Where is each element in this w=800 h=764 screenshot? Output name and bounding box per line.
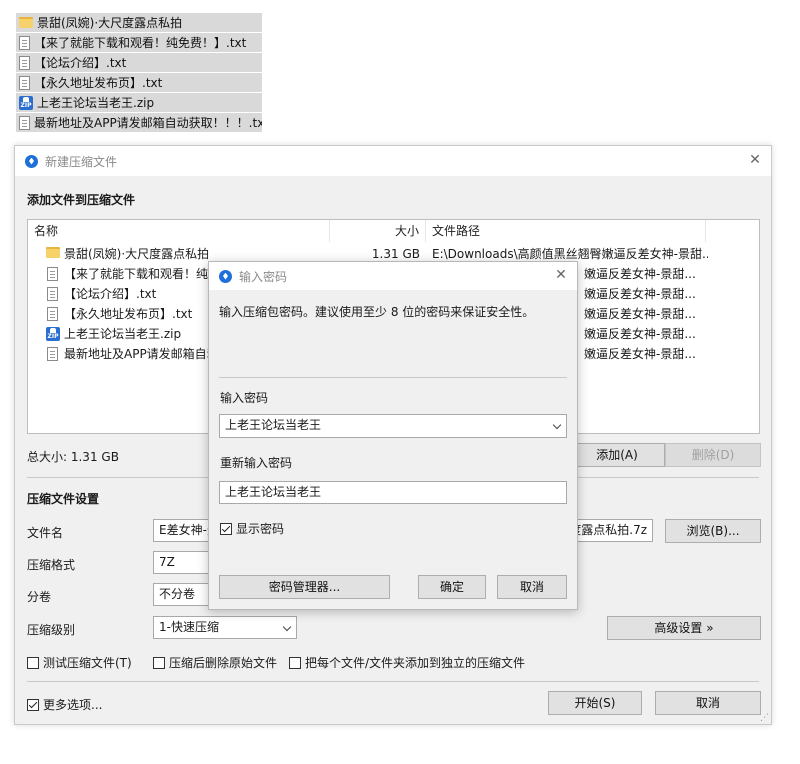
password-dialog: 输入密码 ✕ 输入压缩包密码。建议使用至少 8 位的密码来保证安全性。 输入密码… xyxy=(208,261,578,610)
desktop-file-item[interactable]: 【来了就能下载和观看！纯免费！】.txt xyxy=(16,33,262,52)
password-manager-button[interactable]: 密码管理器... xyxy=(219,575,390,599)
column-header-path[interactable]: 文件路径 xyxy=(426,220,706,242)
more-options-checkbox[interactable] xyxy=(27,699,39,711)
reenter-password-value: 上老王论坛当老王 xyxy=(225,485,322,499)
cancel-button[interactable]: 取消 xyxy=(655,691,761,715)
close-icon[interactable]: ✕ xyxy=(553,267,569,283)
test-archive-checkbox[interactable] xyxy=(27,657,39,669)
format-label: 压缩格式 xyxy=(27,558,76,572)
chevron-down-icon xyxy=(282,622,292,632)
reenter-password-label: 重新输入密码 xyxy=(220,456,293,470)
column-header-name[interactable]: 名称 xyxy=(28,220,330,242)
zip-file-icon: ZIP xyxy=(46,327,60,341)
text-file-icon xyxy=(47,287,58,301)
close-icon[interactable]: ✕ xyxy=(747,152,763,168)
browse-button[interactable]: 浏览(B)... xyxy=(665,519,761,543)
desktop-file-item[interactable]: 【永久地址发布页】.txt xyxy=(16,73,262,92)
text-file-icon xyxy=(47,347,58,361)
text-file-icon xyxy=(19,55,30,70)
test-archive-label: 测试压缩文件(T) xyxy=(43,656,132,670)
dialog-title: 输入密码 xyxy=(239,269,288,284)
resize-grip-icon[interactable]: ⋰ xyxy=(760,713,769,723)
settings-heading: 压缩文件设置 xyxy=(27,492,100,506)
zip-file-icon: ZIP xyxy=(19,95,33,110)
text-file-icon xyxy=(47,267,58,281)
advanced-settings-button[interactable]: 高级设置 » xyxy=(607,616,761,640)
show-password-option[interactable]: 显示密码 xyxy=(220,520,284,537)
file-name: 景甜(凤婉)·大尺度露点私拍 xyxy=(37,16,183,30)
text-file-icon xyxy=(47,307,58,321)
start-button[interactable]: 开始(S) xyxy=(548,691,642,715)
folder-icon xyxy=(19,17,33,28)
delete-button[interactable]: 删除(D) xyxy=(665,443,761,467)
dialog-cancel-button[interactable]: 取消 xyxy=(497,575,567,599)
file-name: 【来了就能下载和观看！纯免费！】.txt xyxy=(34,36,247,50)
row-path: 嫩逼反差女神-景甜... xyxy=(584,307,696,321)
text-file-icon xyxy=(19,75,30,90)
desktop-file-item[interactable]: 最新地址及APP请发邮箱自动获取！！！.txt xyxy=(16,113,262,132)
separate-archives-label: 把每个文件/文件夹添加到独立的压缩文件 xyxy=(305,656,526,670)
app-logo-icon xyxy=(25,154,38,168)
add-files-heading: 添加文件到压缩文件 xyxy=(27,193,136,207)
password-value: 上老王论坛当老王 xyxy=(225,418,322,432)
password-label: 输入密码 xyxy=(220,391,269,405)
filename-label: 文件名 xyxy=(27,526,64,540)
dialog-description: 输入压缩包密码。建议使用至少 8 位的密码来保证安全性。 xyxy=(219,305,535,319)
ok-button[interactable]: 确定 xyxy=(418,575,486,599)
desktop-file-item[interactable]: 景甜(凤婉)·大尺度露点私拍 xyxy=(16,13,262,32)
more-options-label: 更多选项... xyxy=(43,698,103,712)
row-path: 嫩逼反差女神-景甜... xyxy=(584,327,696,341)
window-titlebar: 新建压缩文件 ✕ xyxy=(15,146,771,176)
level-label: 压缩级别 xyxy=(27,623,76,637)
row-path: 嫩逼反差女神-景甜... xyxy=(584,267,696,281)
add-button[interactable]: 添加(A) xyxy=(569,443,665,467)
separate-archives-checkbox[interactable] xyxy=(289,657,301,669)
test-archive-option[interactable]: 测试压缩文件(T) xyxy=(27,654,132,671)
delete-original-label: 压缩后删除原始文件 xyxy=(169,656,278,670)
row-path: 嫩逼反差女神-景甜... xyxy=(584,347,696,361)
desktop-file-item[interactable]: ZIP 上老王论坛当老王.zip xyxy=(16,93,262,112)
delete-original-checkbox[interactable] xyxy=(153,657,165,669)
app-logo-icon xyxy=(219,269,232,283)
divider xyxy=(27,681,759,682)
text-file-icon xyxy=(19,35,30,50)
split-value: 不分卷 xyxy=(159,587,196,601)
window-title: 新建压缩文件 xyxy=(45,154,118,169)
password-input[interactable]: 上老王论坛当老王 xyxy=(219,414,567,438)
desktop-file-item[interactable]: 【论坛介绍】.txt xyxy=(16,53,262,72)
chevron-down-icon[interactable] xyxy=(552,420,562,430)
delete-original-option[interactable]: 压缩后删除原始文件 xyxy=(153,654,277,671)
file-name: 【永久地址发布页】.txt xyxy=(34,76,163,90)
show-password-checkbox[interactable] xyxy=(220,523,232,535)
reenter-password-input[interactable]: 上老王论坛当老王 xyxy=(219,481,567,504)
column-header-size[interactable]: 大小 xyxy=(330,220,426,242)
row-path: 嫩逼反差女神-景甜... xyxy=(584,287,696,301)
separate-archives-option[interactable]: 把每个文件/文件夹添加到独立的压缩文件 xyxy=(289,654,525,671)
level-select[interactable]: 1-快速压缩 xyxy=(153,616,297,639)
folder-icon xyxy=(46,247,60,258)
file-name: 【论坛介绍】.txt xyxy=(34,56,127,70)
divider xyxy=(219,377,567,378)
level-value: 1-快速压缩 xyxy=(159,620,219,634)
more-options-option[interactable]: 更多选项... xyxy=(27,696,102,713)
total-size: 总大小: 1.31 GB xyxy=(27,450,119,464)
format-value: 7Z xyxy=(159,555,175,569)
dialog-titlebar: 输入密码 ✕ xyxy=(209,262,577,290)
show-password-label: 显示密码 xyxy=(236,522,285,536)
text-file-icon xyxy=(19,115,30,130)
file-name: 最新地址及APP请发邮箱自动获取！！！.txt xyxy=(34,116,262,130)
split-label: 分卷 xyxy=(27,590,52,604)
file-name: 上老王论坛当老王.zip xyxy=(37,96,155,110)
filename-value-end: 度露点私拍.7z xyxy=(569,523,647,537)
